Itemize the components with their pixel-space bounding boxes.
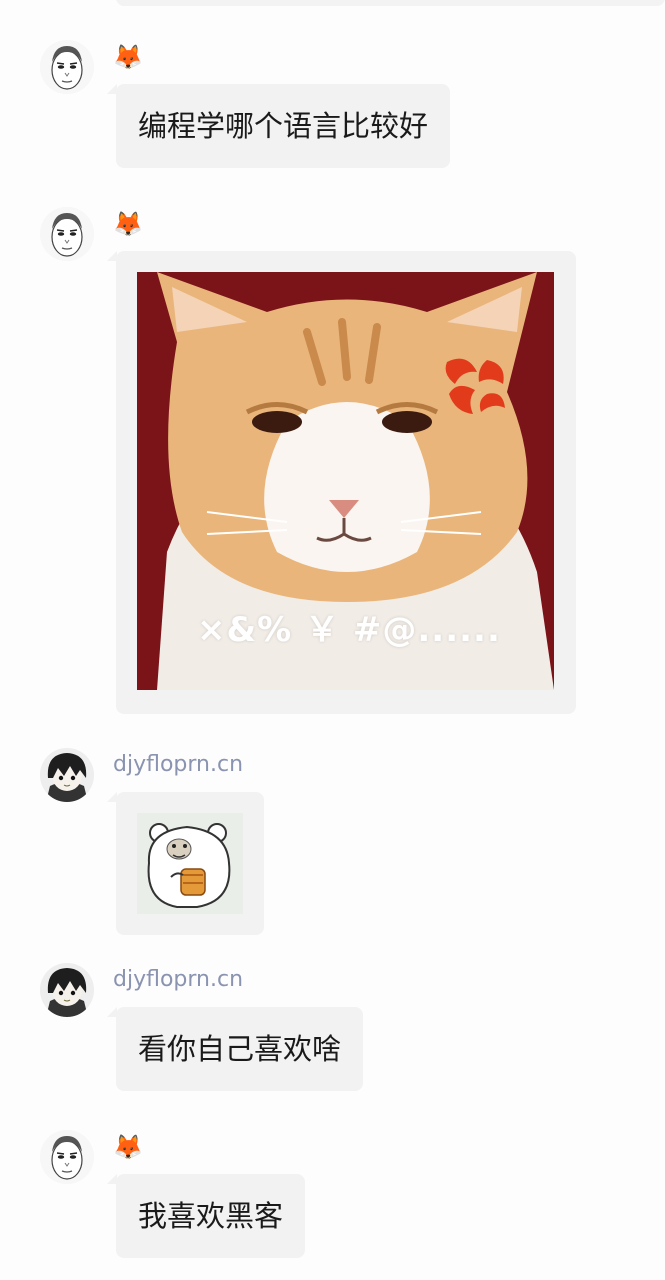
chat-view[interactable]: 🦊 编程学哪个语言比较好 🦊 ×&% ￥ #@...... djyfloprn.… (0, 0, 665, 1280)
sender-name: 🦊 (113, 210, 143, 238)
sender-name: 🦊 (113, 43, 143, 71)
angry-cat-meme-image[interactable]: ×&% ￥ #@...... (137, 272, 554, 690)
avatar-pale-face[interactable] (40, 1130, 94, 1184)
message-bubble[interactable]: 我喜欢黑客 (106, 1174, 306, 1258)
image-message-bubble[interactable] (107, 792, 264, 935)
meme-caption: ×&% ￥ #@...... (197, 610, 501, 650)
sender-name: 🦊 (113, 1133, 143, 1161)
bear-eating-sticker-image[interactable] (137, 813, 243, 914)
avatar-pale-face[interactable] (40, 207, 94, 261)
image-message-bubble[interactable]: ×&% ￥ #@...... (107, 251, 576, 714)
avatar-dark-hair[interactable] (40, 748, 94, 802)
previous-message-bubble (116, 0, 665, 6)
avatar-dark-hair[interactable] (40, 963, 94, 1017)
sender-name: djyfloprn.cn (113, 967, 244, 992)
message-bubble[interactable]: 编程学哪个语言比较好 (106, 84, 451, 168)
avatar-pale-face[interactable] (40, 40, 94, 94)
message-bubble[interactable]: 看你自己喜欢啥 (106, 1007, 364, 1091)
sender-name: djyfloprn.cn (113, 752, 244, 777)
